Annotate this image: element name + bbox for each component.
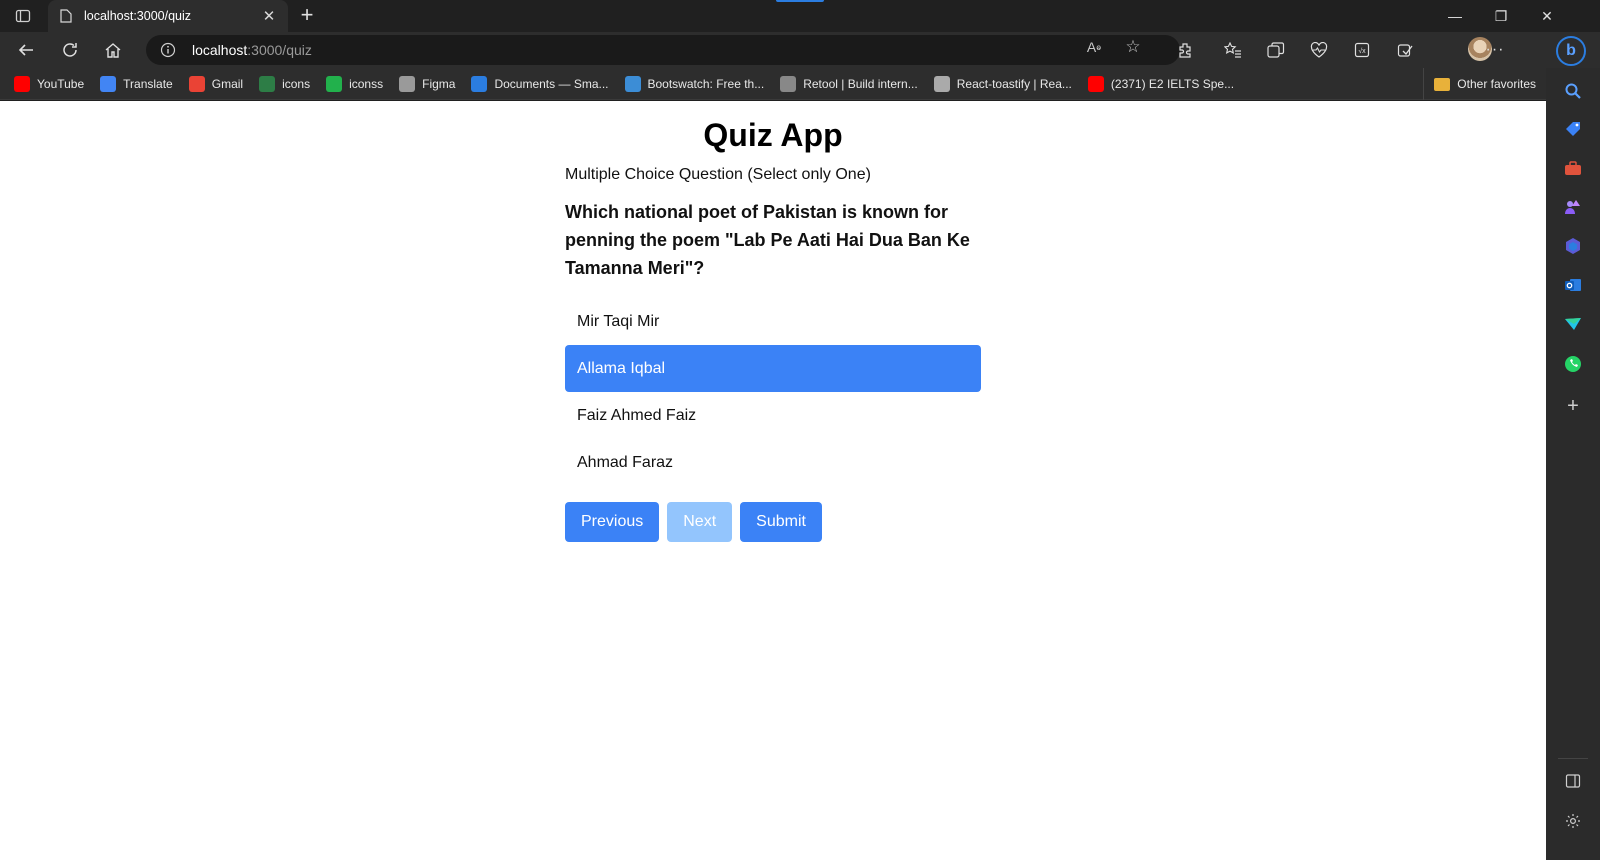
sidebar-divider: [1558, 758, 1588, 759]
answer-option[interactable]: Allama Iqbal: [565, 345, 981, 392]
iconss-icon: [326, 75, 343, 92]
next-button[interactable]: Next: [667, 502, 733, 542]
page-title: Quiz App: [703, 117, 843, 153]
bookmark-item[interactable]: React-toastify | Rea...: [933, 75, 1072, 92]
bookmark-label: Retool | Build intern...: [803, 76, 918, 91]
question-text: Which national poet of Pakistan is known…: [565, 202, 970, 278]
close-tab-icon[interactable]: ✕: [260, 7, 278, 25]
bookmark-label: React-toastify | Rea...: [956, 76, 1072, 91]
bookmark-item[interactable]: icons: [259, 75, 311, 92]
page-viewport: Quiz App Multiple Choice Question (Selec…: [0, 101, 1546, 860]
bookmark-item[interactable]: (2371) E2 IELTS Spe...: [1087, 75, 1235, 92]
copilot-indicator: [776, 0, 824, 2]
tools-icon[interactable]: [1560, 155, 1586, 181]
documents-icon: [471, 75, 488, 92]
read-aloud-icon[interactable]: Aⱺ: [1080, 36, 1108, 58]
tab-strip: localhost:3000/quiz ✕ + — ❐ ✕: [0, 0, 1600, 32]
tab-title: localhost:3000/quiz: [84, 9, 192, 23]
other-favorites-label: Other favorites: [1457, 77, 1536, 91]
browser-essentials-icon[interactable]: [1305, 36, 1333, 64]
bookmark-label: Documents — Sma...: [494, 76, 609, 91]
bookmark-label: Gmail: [211, 76, 244, 91]
bookmark-label: YouTube: [37, 76, 85, 91]
back-button[interactable]: [12, 36, 40, 64]
url-host: localhost: [192, 42, 248, 58]
url-text: localhost:3000/quiz: [192, 42, 312, 58]
bootswatch-icon: [624, 75, 641, 92]
browser-toolbar: localhost:3000/quiz Aⱺ ☆ √x ···: [0, 32, 1600, 68]
youtube-icon: [14, 75, 30, 92]
answer-options: Mir Taqi Mir Allama Iqbal Faiz Ahmed Fai…: [565, 298, 981, 486]
bookmark-item[interactable]: iconss: [326, 75, 384, 92]
bookmark-label: Translate: [123, 76, 173, 91]
youtube-icon: [1087, 75, 1104, 92]
web-capture-icon[interactable]: √x: [1348, 36, 1376, 64]
collections-icon[interactable]: [1262, 36, 1290, 64]
site-info-icon[interactable]: [158, 40, 178, 60]
search-icon[interactable]: [1560, 78, 1586, 104]
translate-icon: [100, 75, 117, 92]
favorite-star-icon[interactable]: ☆: [1119, 36, 1147, 58]
bookmark-label: iconss: [349, 76, 384, 91]
question-type-label: Multiple Choice Question (Select only On…: [565, 166, 871, 183]
svg-text:√x: √x: [1358, 47, 1366, 55]
retool-icon: [780, 75, 797, 92]
bookmark-item[interactable]: Retool | Build intern...: [780, 75, 918, 92]
bookmark-item[interactable]: YouTube: [14, 75, 85, 92]
previous-button[interactable]: Previous: [565, 502, 660, 542]
extensions-icon[interactable]: [1171, 36, 1199, 64]
page-icon: [58, 8, 74, 24]
answer-option[interactable]: Ahmad Faraz: [565, 439, 981, 486]
shopping-tag-icon[interactable]: [1560, 116, 1586, 142]
bookmark-item[interactable]: Gmail: [188, 75, 244, 92]
bookmark-label: Bootswatch: Free th...: [647, 76, 765, 91]
quiz-actions: Previous Next Submit: [565, 502, 981, 542]
bookmark-item[interactable]: Documents — Sma...: [471, 75, 609, 92]
folder-icon: [1434, 77, 1451, 91]
performance-icon[interactable]: [1391, 36, 1419, 64]
answer-option[interactable]: Mir Taqi Mir: [565, 298, 981, 345]
refresh-button[interactable]: [56, 36, 84, 64]
bookmark-item[interactable]: Bootswatch: Free th...: [624, 75, 765, 92]
home-button[interactable]: [99, 36, 127, 64]
submit-button[interactable]: Submit: [740, 502, 822, 542]
bookmark-item[interactable]: Figma: [399, 75, 456, 92]
bookmark-item[interactable]: Translate: [100, 75, 173, 92]
browser-tab-active[interactable]: localhost:3000/quiz ✕: [48, 0, 288, 32]
react-toastify-icon: [933, 75, 950, 92]
answer-option[interactable]: Faiz Ahmed Faiz: [565, 392, 981, 439]
microsoft-365-icon[interactable]: [1560, 233, 1586, 259]
gmail-icon: [188, 75, 205, 92]
new-tab-button[interactable]: +: [296, 4, 318, 27]
tab-actions-icon[interactable]: [14, 7, 32, 25]
sidebar-settings-icon[interactable]: [1560, 808, 1586, 834]
more-menu-icon[interactable]: ···: [1481, 36, 1509, 64]
bookmarks-bar: YouTube Translate Gmail icons iconss Figma Doc…: [0, 68, 1600, 100]
hide-sidebar-icon[interactable]: [1560, 768, 1586, 794]
bookmark-label: icons: [282, 76, 311, 91]
edge-sidebar: +: [1546, 68, 1600, 860]
document-icon: [399, 75, 416, 92]
favorites-icon[interactable]: [1219, 36, 1247, 64]
games-icon[interactable]: [1560, 194, 1586, 220]
other-favorites-folder[interactable]: Other favorites: [1423, 68, 1536, 100]
drop-icon[interactable]: [1560, 311, 1586, 337]
quiz-container: Quiz App Multiple Choice Question (Selec…: [565, 101, 981, 542]
restore-button[interactable]: ❐: [1478, 0, 1524, 32]
bookmark-label: (2371) E2 IELTS Spe...: [1110, 76, 1235, 91]
add-sidebar-app-icon[interactable]: +: [1560, 393, 1586, 419]
minimize-button[interactable]: —: [1432, 0, 1478, 32]
close-window-button[interactable]: ✕: [1524, 0, 1570, 32]
outlook-icon[interactable]: [1560, 272, 1586, 298]
bookmark-label: Figma: [422, 76, 456, 91]
icons8-icon: [259, 75, 276, 92]
url-path: :3000/quiz: [247, 42, 312, 58]
whatsapp-icon[interactable]: [1560, 351, 1586, 377]
address-bar[interactable]: localhost:3000/quiz: [146, 35, 1180, 65]
copilot-icon[interactable]: b: [1556, 36, 1586, 66]
